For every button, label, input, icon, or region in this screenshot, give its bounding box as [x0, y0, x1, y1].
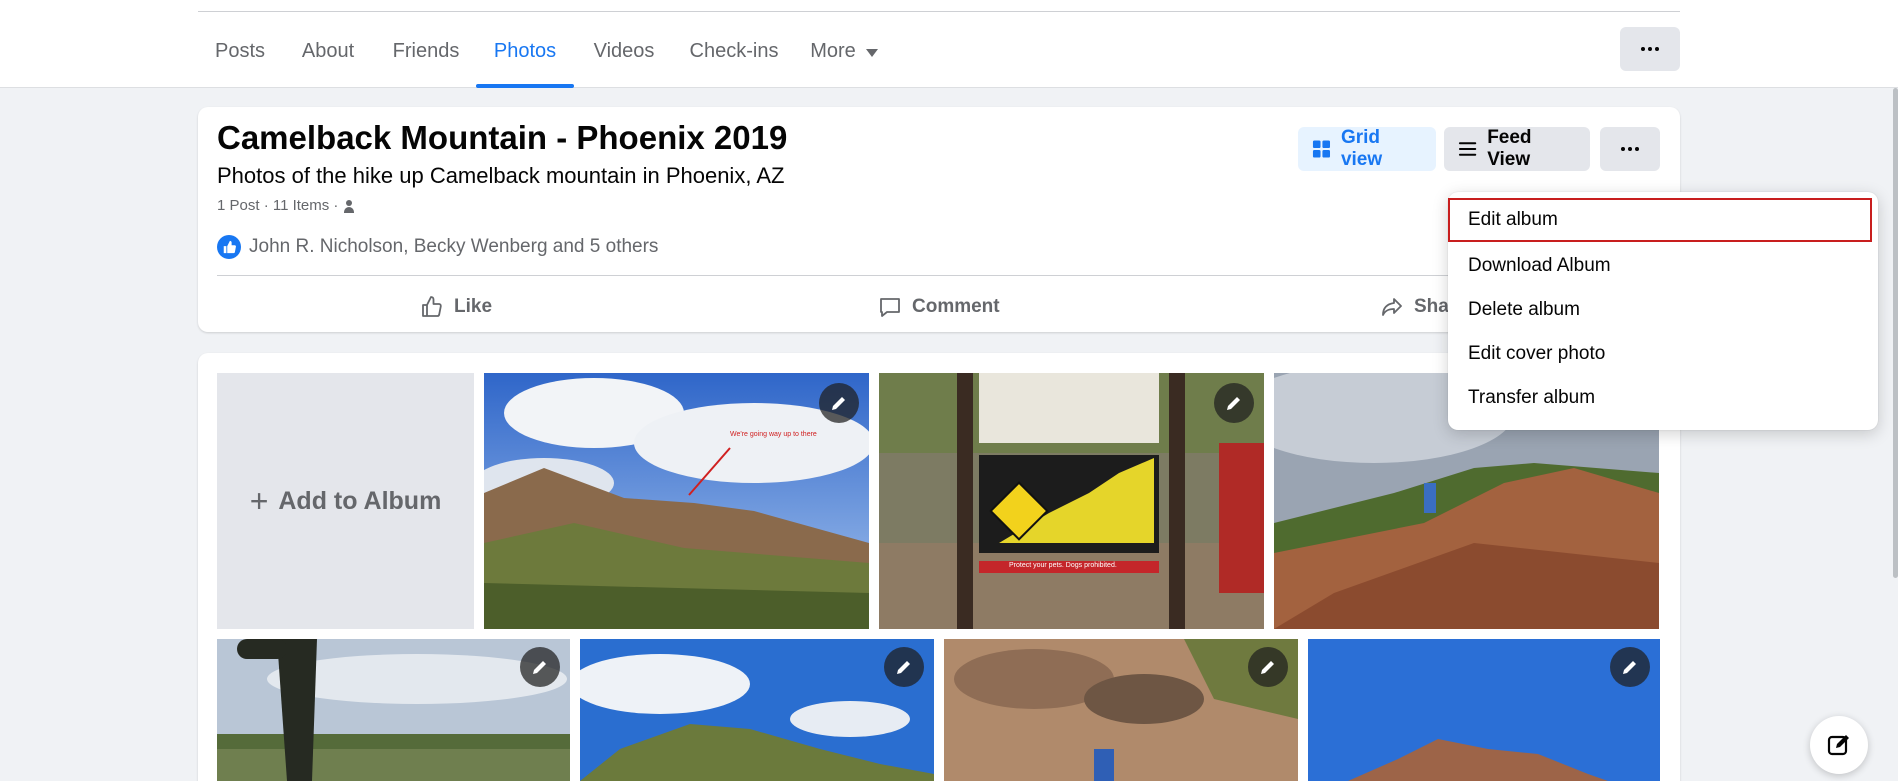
edit-photo-button[interactable] [520, 647, 560, 687]
ellipsis-icon [1641, 47, 1659, 51]
add-to-album-label: Add to Album [278, 486, 442, 515]
tab-check-ins[interactable]: Check-ins [680, 28, 788, 88]
compose-icon [1827, 735, 1849, 756]
nav-top-divider [198, 11, 1680, 12]
tab-posts[interactable]: Posts [198, 28, 282, 88]
plus-icon: + [249, 483, 269, 519]
page-scrollbar[interactable] [1893, 88, 1898, 578]
menu-item-download-album[interactable]: Download Album [1448, 244, 1878, 288]
feed-view-label: Feed View [1487, 127, 1532, 170]
menu-item-transfer-album[interactable]: Transfer album [1448, 376, 1878, 420]
profile-nav-bar: Posts About Friends Photos Videos Check-… [0, 0, 1898, 88]
caret-down-icon [865, 49, 878, 57]
tab-videos[interactable]: Videos [584, 28, 664, 88]
comment-label: Comment [912, 296, 1000, 317]
tab-about[interactable]: About [290, 28, 366, 88]
grid-view-label: Grid view [1340, 127, 1383, 170]
menu-item-label: Download Album [1468, 255, 1611, 276]
like-reaction-icon [217, 235, 241, 259]
tab-label: Friends [392, 40, 460, 62]
tab-photos[interactable]: Photos [476, 28, 574, 88]
menu-item-label: Transfer album [1468, 387, 1596, 408]
photo-tile[interactable]: We're going way up to there [484, 373, 869, 629]
photo-tile[interactable]: Protect your pets. Dogs prohibited. [879, 373, 1264, 629]
comment-icon [880, 298, 900, 317]
menu-item-label: Delete album [1468, 299, 1580, 320]
photo-tile[interactable] [944, 639, 1298, 781]
photo-caption: Protect your pets. Dogs prohibited. [1009, 562, 1117, 569]
audience-friends-icon[interactable] [342, 199, 356, 213]
menu-item-edit-cover-photo[interactable]: Edit cover photo [1448, 332, 1878, 376]
pencil-icon [832, 397, 845, 410]
tab-label: Posts [214, 40, 266, 62]
tab-label: Photos [493, 40, 557, 62]
pencil-icon [1261, 661, 1274, 674]
tab-label: Videos [593, 40, 655, 62]
tab-label: More [810, 40, 856, 62]
album-options-button[interactable] [1600, 127, 1660, 171]
photo-tile[interactable] [1308, 639, 1660, 781]
edit-photo-button[interactable] [1248, 647, 1288, 687]
edit-photo-button[interactable] [1214, 383, 1254, 423]
edit-photo-button[interactable] [884, 647, 924, 687]
photo-caption: We're going way up to there [730, 431, 817, 438]
pencil-icon [533, 661, 546, 674]
share-arrow-icon [1382, 298, 1402, 316]
profile-more-button[interactable] [1620, 27, 1680, 71]
likes-summary[interactable]: John R. Nicholson, Becky Wenberg and 5 o… [217, 235, 658, 259]
tab-label: Check-ins [689, 40, 779, 62]
grid-icon [1312, 140, 1331, 158]
edit-photo-button[interactable] [819, 383, 859, 423]
menu-item-edit-album[interactable]: Edit album [1448, 198, 1872, 242]
new-message-button[interactable] [1810, 716, 1868, 774]
photo-image [580, 639, 934, 781]
tab-more[interactable]: More [804, 28, 884, 88]
like-label: Like [454, 296, 493, 317]
thumbs-up-icon [422, 296, 442, 317]
photo-image [217, 639, 570, 781]
photo-image [1308, 639, 1660, 781]
photo-image [484, 373, 869, 629]
tab-friends[interactable]: Friends [384, 28, 468, 88]
album-title: Camelback Mountain - Phoenix 2019 [217, 119, 788, 156]
photo-image [879, 373, 1264, 629]
menu-item-delete-album[interactable]: Delete album [1448, 288, 1878, 332]
menu-item-label: Edit cover photo [1468, 343, 1606, 364]
pencil-icon [897, 661, 910, 674]
album-description: Photos of the hike up Camelback mountain… [217, 163, 785, 188]
comment-button[interactable]: Comment [878, 287, 1000, 327]
grid-view-button[interactable]: Grid view [1298, 127, 1436, 171]
menu-item-label: Edit album [1468, 209, 1558, 230]
photo-image [944, 639, 1298, 781]
photo-tile[interactable] [217, 639, 570, 781]
album-meta: 1 Post · 11 Items · [217, 197, 356, 214]
pencil-icon [1623, 661, 1636, 674]
album-meta-text: 1 Post · 11 Items · [217, 197, 339, 214]
list-icon [1458, 142, 1477, 156]
album-options-menu: Edit album Download Album Delete album E… [1448, 192, 1878, 430]
actions-divider [217, 275, 1661, 276]
pencil-icon [1227, 397, 1240, 410]
likes-text: John R. Nicholson, Becky Wenberg and 5 o… [249, 236, 659, 257]
tab-label: About [301, 40, 355, 62]
edit-photo-button[interactable] [1610, 647, 1650, 687]
like-button[interactable]: Like [420, 287, 492, 327]
photo-tile[interactable] [580, 639, 934, 781]
add-to-album-tile[interactable]: + Add to Album [217, 373, 474, 629]
feed-view-button[interactable]: Feed View [1444, 127, 1590, 171]
ellipsis-icon [1621, 147, 1639, 151]
